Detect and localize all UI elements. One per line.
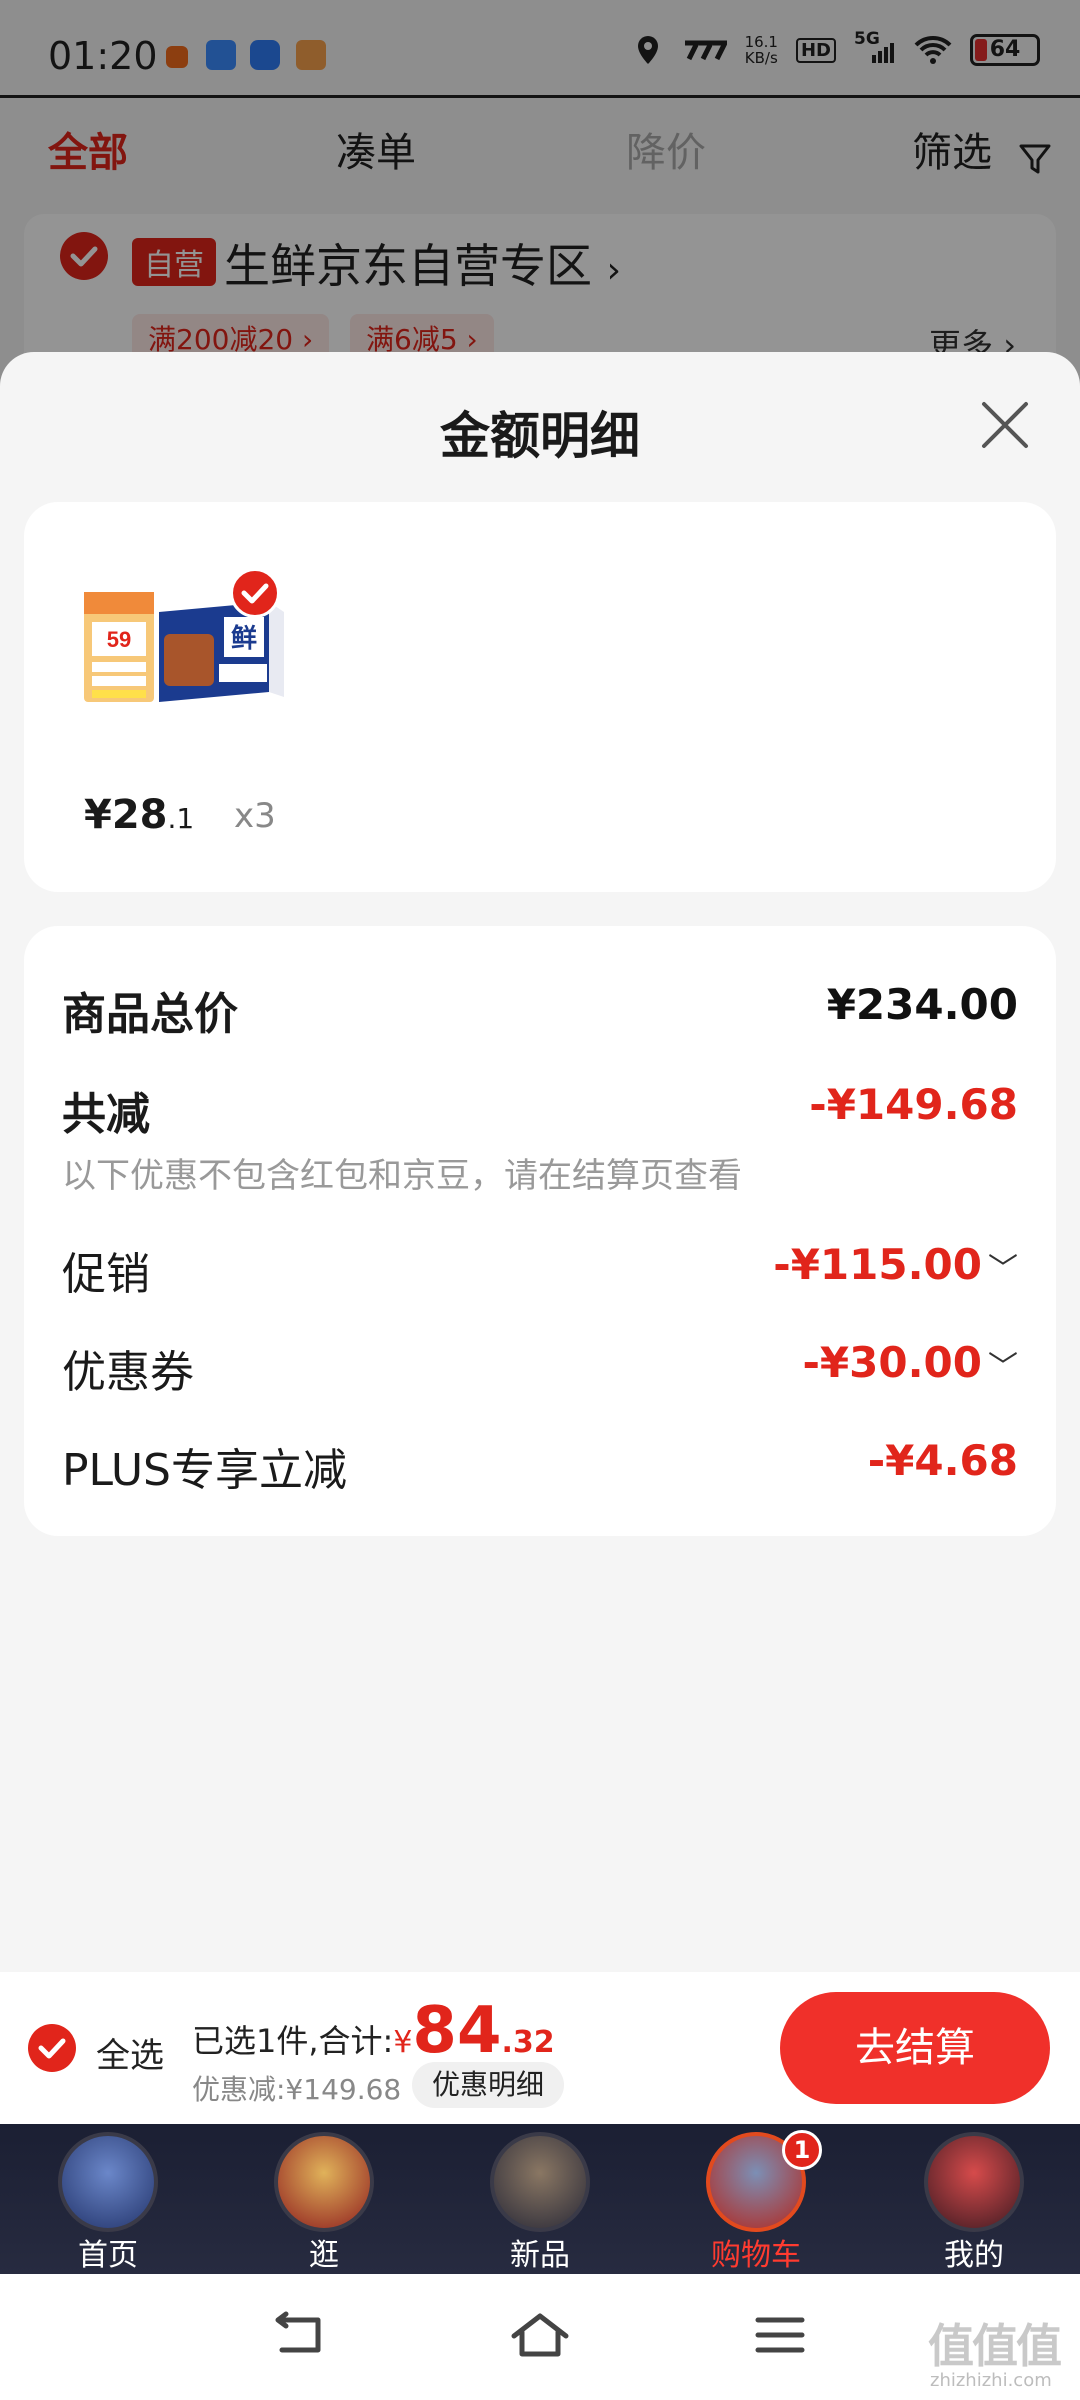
new-avatar-icon: [490, 2132, 590, 2232]
chevron-down-icon: ﹀: [988, 1350, 1018, 1385]
select-all-checkbox[interactable]: [28, 2024, 76, 2072]
tab-browse[interactable]: 逛: [254, 2124, 394, 2274]
mine-avatar-icon: [924, 2132, 1024, 2232]
tab-cart[interactable]: 1 购物车: [686, 2124, 826, 2274]
home-avatar-icon: [58, 2132, 158, 2232]
selected-items-card: 59 鲜 ¥28.1 x3: [24, 502, 1056, 892]
price-breakdown-card: 商品总价 ¥234.00 共减 -¥149.68 以下优惠不包含红包和京豆，请在…: [24, 926, 1056, 1536]
menu-icon[interactable]: [750, 2310, 810, 2360]
discount-total-label: 共减: [62, 1089, 150, 1140]
watermark-url: zhizhizhi.com: [930, 2370, 1052, 2391]
checkout-bar: 全选 已选1件,合计:¥84.32 优惠减:¥149.68 优惠明细 去结算: [0, 1972, 1080, 2124]
check-icon: [38, 2038, 66, 2059]
item-quantity: x3: [234, 796, 276, 836]
discount-detail-button[interactable]: 优惠明细: [412, 2062, 565, 2108]
back-icon[interactable]: [270, 2310, 330, 2360]
watermark: 值值值: [928, 2319, 1062, 2373]
system-nav-bar: 值值值 zhizhizhi.com: [0, 2274, 1080, 2400]
total-price-label: 商品总价: [62, 989, 238, 1040]
total-price-value: ¥234.00: [826, 980, 1018, 1029]
amount-detail-sheet: 金额明细 59 鲜 ¥28.1 x3 商品总价 ¥234.00 共减 -¥149…: [0, 352, 1080, 1972]
close-icon[interactable]: [976, 396, 1034, 454]
check-icon: [241, 583, 269, 604]
promotion-row[interactable]: -¥115.00 ﹀: [773, 1240, 1018, 1289]
coupon-row[interactable]: -¥30.00 ﹀: [802, 1338, 1018, 1387]
checkout-button[interactable]: 去结算: [780, 1992, 1050, 2104]
svg-text:59: 59: [107, 627, 131, 652]
cart-badge: 1: [782, 2130, 822, 2170]
plus-discount-value: -¥4.68: [867, 1436, 1018, 1485]
discount-note: 以下优惠不包含红包和京豆，请在结算页查看: [62, 1156, 742, 1196]
plus-discount-label: PLUS专享立减: [62, 1445, 347, 1496]
coupon-label: 优惠券: [62, 1347, 194, 1398]
bottom-tab-bar: 首页 逛 新品 1 购物车 我的: [0, 2124, 1080, 2274]
sheet-title: 金额明细: [440, 407, 640, 465]
discount-total-value: -¥149.68: [809, 1080, 1018, 1129]
browse-avatar-icon: [274, 2132, 374, 2232]
tab-mine[interactable]: 我的: [904, 2124, 1044, 2274]
select-all-label[interactable]: 全选: [96, 2028, 164, 2077]
item-price: ¥28.1: [84, 792, 195, 838]
discount-summary: 优惠减:¥149.68: [192, 2073, 402, 2106]
home-icon[interactable]: [510, 2310, 570, 2360]
product-checkbox[interactable]: [230, 568, 280, 618]
chevron-down-icon: ﹀: [988, 1252, 1018, 1287]
svg-text:鲜: 鲜: [231, 624, 257, 654]
tab-home[interactable]: 首页: [38, 2124, 178, 2274]
promotion-label: 促销: [62, 1249, 150, 1300]
selected-total: 已选1件,合计:¥84.32: [192, 1994, 555, 2068]
tab-new[interactable]: 新品: [470, 2124, 610, 2274]
